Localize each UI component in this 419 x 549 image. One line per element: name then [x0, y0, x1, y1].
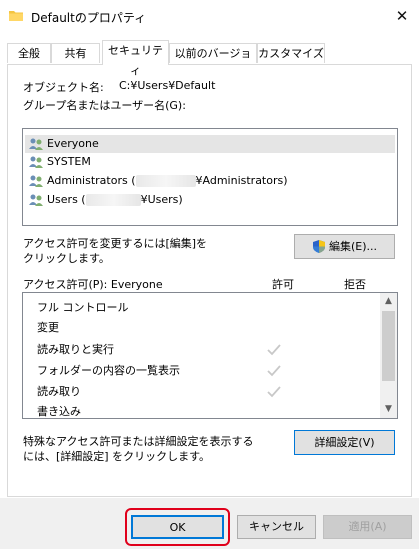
- list-item[interactable]: Everyone: [25, 135, 395, 153]
- apply-button[interactable]: 適用(A): [323, 515, 412, 539]
- allow-check-icon: [267, 344, 281, 356]
- scroll-thumb[interactable]: [382, 311, 395, 381]
- list-item-label: Everyone: [47, 137, 99, 150]
- users-icon: [29, 156, 43, 168]
- list-item[interactable]: Users (¥Users): [25, 191, 395, 209]
- advanced-button[interactable]: 詳細設定(V): [294, 430, 395, 455]
- group-user-list[interactable]: Everyone SYSTEM Administrators (¥Adminis…: [22, 128, 398, 226]
- allow-check-icon: [267, 386, 281, 398]
- permissions-header: アクセス許可(P): Everyone: [23, 278, 163, 291]
- object-name-value: C:¥Users¥Default: [119, 79, 216, 92]
- permissions-scrollbar[interactable]: ▲ ▼: [380, 293, 397, 418]
- allow-check-icon: [267, 365, 281, 377]
- list-item-label: Administrators (¥Administrators): [47, 174, 288, 187]
- edit-button[interactable]: 編集(E)...: [294, 234, 395, 259]
- tab-general[interactable]: 全般: [7, 43, 51, 63]
- ok-highlight-marker: [125, 508, 230, 546]
- list-item[interactable]: SYSTEM: [25, 153, 395, 171]
- list-item-label: Users (¥Users): [47, 193, 183, 206]
- list-item-label: SYSTEM: [47, 155, 91, 168]
- redacted-name: [135, 175, 196, 187]
- window-title: Defaultのプロパティ: [31, 11, 147, 25]
- list-item[interactable]: Administrators (¥Administrators): [25, 172, 395, 190]
- object-name-label: オブジェクト名:: [23, 81, 104, 94]
- edit-instruction-line1: アクセス許可を変更するには[編集]を: [23, 237, 208, 250]
- permission-row: フル コントロール: [37, 301, 129, 314]
- folder-icon: [9, 11, 23, 21]
- permission-row: 変更: [37, 321, 59, 334]
- users-icon: [29, 194, 43, 206]
- advanced-instruction-line1: 特殊なアクセス許可または詳細設定を表示する: [23, 435, 254, 448]
- permission-row: 読み取り: [37, 385, 81, 398]
- users-icon: [29, 175, 43, 187]
- edit-instruction-line2: クリックします。: [23, 252, 110, 265]
- scroll-up-icon[interactable]: ▲: [380, 293, 397, 310]
- permission-row: 読み取りと実行: [37, 343, 114, 356]
- permission-row: フォルダーの内容の一覧表示: [37, 364, 180, 377]
- scroll-down-icon[interactable]: ▼: [380, 401, 397, 418]
- users-icon: [29, 138, 43, 150]
- close-button[interactable]: ✕: [392, 6, 412, 26]
- redacted-name: [85, 194, 141, 206]
- cancel-button[interactable]: キャンセル: [237, 515, 316, 539]
- tab-security[interactable]: セキュリティ: [102, 40, 169, 77]
- tab-customize[interactable]: カスタマイズ: [257, 43, 325, 63]
- tab-sharing[interactable]: 共有: [51, 43, 100, 63]
- allow-column-header: 許可: [272, 278, 294, 291]
- tab-previous-versions[interactable]: 以前のバージョン: [169, 43, 257, 80]
- advanced-instruction-line2: には、[詳細設定] をクリックします。: [23, 450, 210, 463]
- groups-label: グループ名またはユーザー名(G):: [23, 99, 186, 112]
- deny-column-header: 拒否: [344, 278, 366, 291]
- permissions-list[interactable]: フル コントロール 変更 読み取りと実行 フォルダーの内容の一覧表示 読み取り …: [22, 292, 398, 419]
- permission-row: 書き込み: [37, 405, 81, 418]
- uac-shield-icon: [313, 240, 325, 253]
